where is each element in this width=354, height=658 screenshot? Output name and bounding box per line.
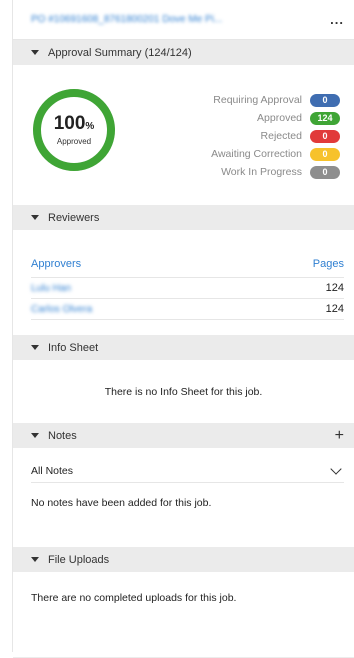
panel-topbar: PO #10691608_8761800201 Dove Me Pi... ..… bbox=[13, 0, 354, 40]
reviewer-pages: 124 bbox=[325, 303, 344, 315]
add-note-button[interactable]: + bbox=[335, 427, 344, 444]
notes-filter-value: All Notes bbox=[31, 465, 74, 477]
file-uploads-header[interactable]: File Uploads bbox=[13, 547, 354, 572]
caret-down-icon bbox=[31, 433, 39, 438]
ellipsis-icon[interactable]: ... bbox=[322, 12, 344, 27]
status-label: Work In Progress bbox=[221, 166, 302, 178]
file-uploads-title: File Uploads bbox=[48, 553, 110, 566]
info-sheet-title: Info Sheet bbox=[48, 341, 99, 354]
approvers-column-header[interactable]: Approvers bbox=[31, 258, 81, 270]
status-row: Rejected 0 bbox=[211, 127, 340, 145]
status-row: Work In Progress 0 bbox=[211, 163, 340, 181]
file-uploads-empty-text: There are no completed uploads for this … bbox=[31, 592, 237, 604]
job-details-panel: PO #10691608_8761800201 Dove Me Pi... ..… bbox=[12, 0, 354, 658]
status-label: Rejected bbox=[260, 130, 302, 142]
status-label: Requiring Approval bbox=[213, 94, 302, 106]
approval-percent-label: Approved bbox=[56, 137, 92, 146]
status-label: Approved bbox=[257, 112, 302, 124]
approval-summary-body: 100% Approved Requiring Approval 0 Appro… bbox=[13, 65, 354, 205]
status-row: Awaiting Correction 0 bbox=[211, 145, 340, 163]
status-badge: 124 bbox=[310, 111, 340, 125]
reviewer-name[interactable]: Lulu Han bbox=[31, 283, 71, 294]
caret-down-icon bbox=[31, 557, 39, 562]
approval-summary-header[interactable]: Approval Summary (124/124) bbox=[13, 40, 354, 65]
status-badge: 0 bbox=[310, 93, 340, 107]
caret-down-icon bbox=[31, 215, 39, 220]
status-list: Requiring Approval 0 Approved 124 Reject… bbox=[211, 91, 340, 181]
approval-percent: 100% bbox=[53, 113, 95, 134]
reviewer-pages: 124 bbox=[325, 282, 344, 294]
chevron-down-icon bbox=[330, 463, 342, 475]
reviewers-title: Reviewers bbox=[48, 211, 100, 224]
table-row: Lulu Han 124 bbox=[31, 278, 344, 299]
info-sheet-empty-text: There is no Info Sheet for this job. bbox=[104, 385, 263, 398]
approval-summary-title: Approval Summary (124/124) bbox=[48, 46, 192, 59]
status-badge: 0 bbox=[310, 129, 340, 143]
notes-empty-text: No notes have been added for this job. bbox=[31, 497, 212, 509]
table-row: Carlos Olvera 124 bbox=[31, 299, 344, 320]
donut-center: 100% Approved bbox=[31, 87, 117, 173]
pages-column-header[interactable]: Pages bbox=[313, 258, 344, 270]
reviewers-table-header: Approvers Pages bbox=[31, 258, 344, 278]
notes-filter-select[interactable]: All Notes bbox=[31, 460, 344, 483]
caret-down-icon bbox=[31, 345, 39, 350]
status-row: Approved 124 bbox=[211, 109, 340, 127]
status-badge: 0 bbox=[310, 165, 340, 179]
status-label: Awaiting Correction bbox=[211, 148, 302, 160]
job-title-link[interactable]: PO #10691608_8761800201 Dove Me Pi... bbox=[31, 14, 322, 25]
reviewers-header[interactable]: Reviewers bbox=[13, 205, 354, 230]
reviewers-body: Approvers Pages Lulu Han 124 Carlos Olve… bbox=[13, 230, 354, 335]
caret-down-icon bbox=[31, 50, 39, 55]
notes-header[interactable]: Notes + bbox=[13, 423, 354, 448]
info-sheet-header[interactable]: Info Sheet bbox=[13, 335, 354, 360]
status-badge: 0 bbox=[310, 147, 340, 161]
status-row: Requiring Approval 0 bbox=[211, 91, 340, 109]
notes-body: All Notes No notes have been added for t… bbox=[13, 448, 354, 547]
reviewer-name[interactable]: Carlos Olvera bbox=[31, 304, 92, 315]
notes-title: Notes bbox=[48, 429, 77, 442]
